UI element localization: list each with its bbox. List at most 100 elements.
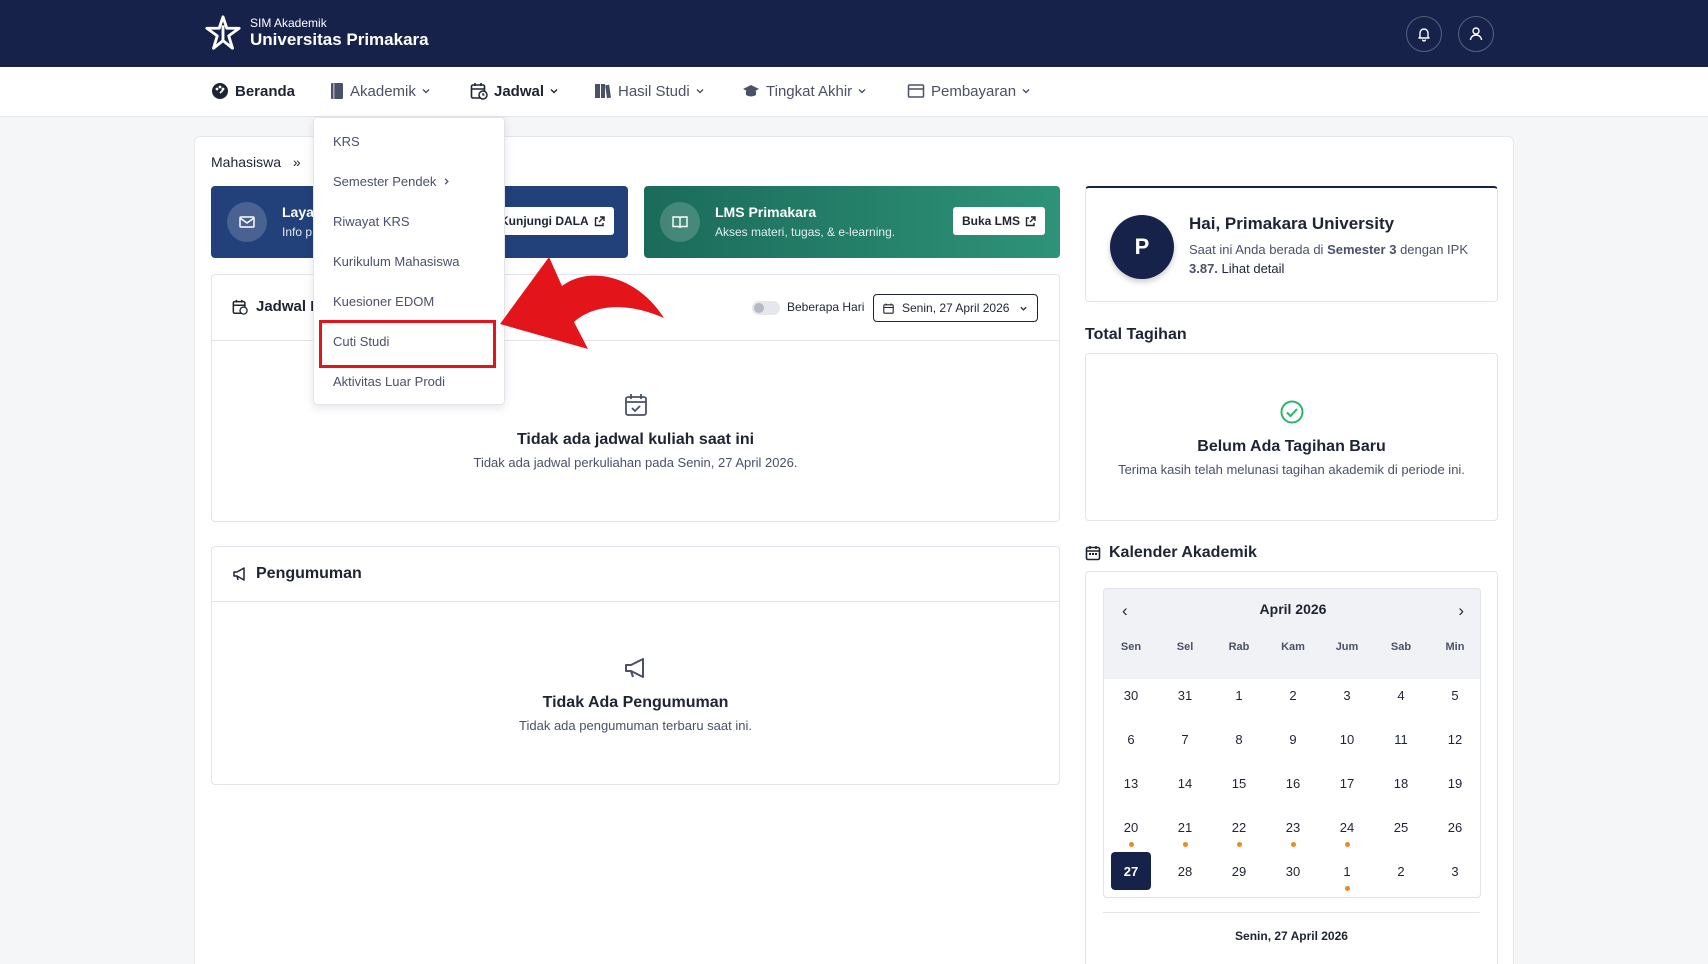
event-dot: [1128, 842, 1134, 847]
menu-item-riwayat-krs[interactable]: Riwayat KRS: [333, 214, 410, 229]
calendar-day[interactable]: 23: [1273, 808, 1313, 846]
calendar-day[interactable]: 2: [1381, 852, 1421, 890]
buka-lms-button[interactable]: Buka LMS: [953, 207, 1046, 235]
calendar-day[interactable]: 28: [1165, 852, 1205, 890]
calendar-day[interactable]: 3: [1327, 676, 1367, 714]
calendar-day[interactable]: 19: [1435, 764, 1475, 802]
calendar-day[interactable]: 7: [1165, 720, 1205, 758]
calendar-day[interactable]: 15: [1219, 764, 1259, 802]
calendar-title-text: Kalender Akademik: [1109, 544, 1257, 561]
kunjungi-dala-button[interactable]: Kunjungi DALA: [491, 207, 614, 235]
brand-subtitle: SIM Akademik: [250, 16, 327, 30]
chevron-down-icon: [550, 89, 558, 94]
calendar-day[interactable]: 22: [1219, 808, 1259, 846]
nav-akademik[interactable]: Akademik: [330, 82, 437, 100]
notification-button[interactable]: [1406, 16, 1442, 52]
calendar-day[interactable]: 20: [1111, 808, 1151, 846]
menu-item-semester-pendek[interactable]: Semester Pendek: [333, 174, 451, 189]
pointer-arrow-icon: [500, 257, 664, 349]
semester-value: Semester 3: [1327, 242, 1397, 257]
calendar-day[interactable]: 24: [1327, 808, 1367, 846]
event-dot: [1344, 842, 1350, 847]
date-picker-button[interactable]: Senin, 27 April 2026: [873, 294, 1039, 322]
calendar-day[interactable]: 2: [1273, 676, 1313, 714]
calendar-month: April 2026: [1259, 601, 1327, 617]
menu-item-aktivitas-luar-prodi[interactable]: Aktivitas Luar Prodi: [333, 374, 445, 389]
breadcrumb-root[interactable]: Mahasiswa: [211, 154, 281, 170]
announcements-empty-subtitle: Tidak ada pengumuman terbaru saat ini.: [519, 718, 752, 733]
calendar-clock-icon: [470, 83, 488, 100]
calendar-day[interactable]: 18: [1381, 764, 1421, 802]
calendar-day[interactable]: 6: [1111, 720, 1151, 758]
chevron-right-icon: [445, 178, 450, 185]
calendar-day[interactable]: 25: [1381, 808, 1421, 846]
calendar-day[interactable]: 31: [1165, 676, 1205, 714]
external-link-icon: [594, 215, 605, 226]
nav-label: Hasil Studi: [618, 82, 690, 100]
megaphone-icon: [624, 658, 644, 678]
brand[interactable]: SIM Akademik Universitas Primakara: [204, 14, 429, 52]
event-dot: [1290, 842, 1296, 847]
calendar-day[interactable]: 16: [1273, 764, 1313, 802]
calendar-day[interactable]: 4: [1381, 676, 1421, 714]
calendar-day[interactable]: 14: [1165, 764, 1205, 802]
calendar-day[interactable]: 26: [1435, 808, 1475, 846]
calendar-day[interactable]: 1: [1327, 852, 1367, 890]
nav-label: Jadwal: [494, 82, 545, 100]
nav-label: Pembayaran: [931, 82, 1017, 100]
calendar-day[interactable]: 13: [1111, 764, 1151, 802]
menu-item-kuesioner-edom[interactable]: Kuesioner EDOM: [333, 294, 434, 309]
multi-day-toggle[interactable]: [752, 301, 780, 315]
calendar-day[interactable]: 1: [1219, 676, 1259, 714]
profile-summary: Saat ini Anda berada di Semester 3 denga…: [1189, 240, 1479, 278]
calendar-day[interactable]: 9: [1273, 720, 1313, 758]
banner-title: Laya: [282, 204, 314, 220]
billing-empty-state: Belum Ada Tagihan Baru Terima kasih tela…: [1086, 399, 1497, 477]
brand-text: SIM Akademik Universitas Primakara: [250, 16, 429, 50]
menu-item-kurikulum[interactable]: Kurikulum Mahasiswa: [333, 254, 459, 269]
schedule-empty-title: Tidak ada jadwal kuliah saat ini: [516, 431, 755, 448]
banner-icon-wrap: [660, 202, 700, 242]
breadcrumb: Mahasiswa »: [211, 154, 301, 170]
calendar-day[interactable]: 30: [1273, 852, 1313, 890]
brand-name: Universitas Primakara: [250, 30, 429, 49]
schedule-title: Jadwal K: [232, 298, 321, 315]
calendar-day[interactable]: 3: [1435, 852, 1475, 890]
profile-button[interactable]: [1458, 16, 1494, 52]
banner-icon-wrap: [227, 202, 267, 242]
check-circle-icon: [1280, 400, 1303, 424]
nav-pembayaran[interactable]: Pembayaran: [907, 82, 1037, 100]
next-month-button[interactable]: ›: [1458, 601, 1464, 621]
nav-label: Akademik: [350, 82, 416, 100]
calendar-day[interactable]: 30: [1111, 676, 1151, 714]
weekday-header: Sen: [1120, 641, 1142, 653]
calendar-day[interactable]: 17: [1327, 764, 1367, 802]
menu-label: Riwayat KRS: [333, 214, 410, 229]
banner-subtitle: Akses materi, tugas, & e-learning.: [715, 225, 896, 239]
calendar-day-today[interactable]: 27: [1111, 852, 1151, 890]
menu-item-krs[interactable]: KRS: [333, 134, 360, 149]
nav-tingkat-akhir[interactable]: Tingkat Akhir: [742, 82, 873, 100]
calendar-day[interactable]: 5: [1435, 676, 1475, 714]
banner-subtitle: Info p: [282, 225, 313, 239]
nav-hasil-studi[interactable]: Hasil Studi: [594, 82, 711, 100]
announcements-title: Pengumuman: [232, 565, 362, 583]
calendar-day[interactable]: 8: [1219, 720, 1259, 758]
announcements-title-text: Pengumuman: [256, 565, 362, 582]
calendar-day[interactable]: 12: [1435, 720, 1475, 758]
user-icon: [1469, 27, 1483, 41]
calendar-day[interactable]: 29: [1219, 852, 1259, 890]
menu-label: Kurikulum Mahasiswa: [333, 254, 460, 269]
weekday-header: Min: [1445, 641, 1465, 653]
calendar-day[interactable]: 21: [1165, 808, 1205, 846]
calendar-day[interactable]: 10: [1327, 720, 1367, 758]
calendar-panel: ‹ April 2026 › Sen Sel Rab Kam Jum Sab Min 30 31…: [1085, 571, 1498, 964]
detail-link[interactable]: Lihat detail: [1222, 261, 1285, 276]
nav-jadwal[interactable]: Jadwal: [470, 82, 565, 100]
calendar-day[interactable]: 11: [1381, 720, 1421, 758]
nav-beranda[interactable]: Beranda: [211, 82, 295, 100]
announcements-empty-title: Tidak Ada Pengumuman: [542, 694, 729, 711]
external-link-icon: [1025, 215, 1036, 226]
calendar-clock-icon: [232, 299, 248, 315]
dashboard-icon: [212, 83, 228, 99]
